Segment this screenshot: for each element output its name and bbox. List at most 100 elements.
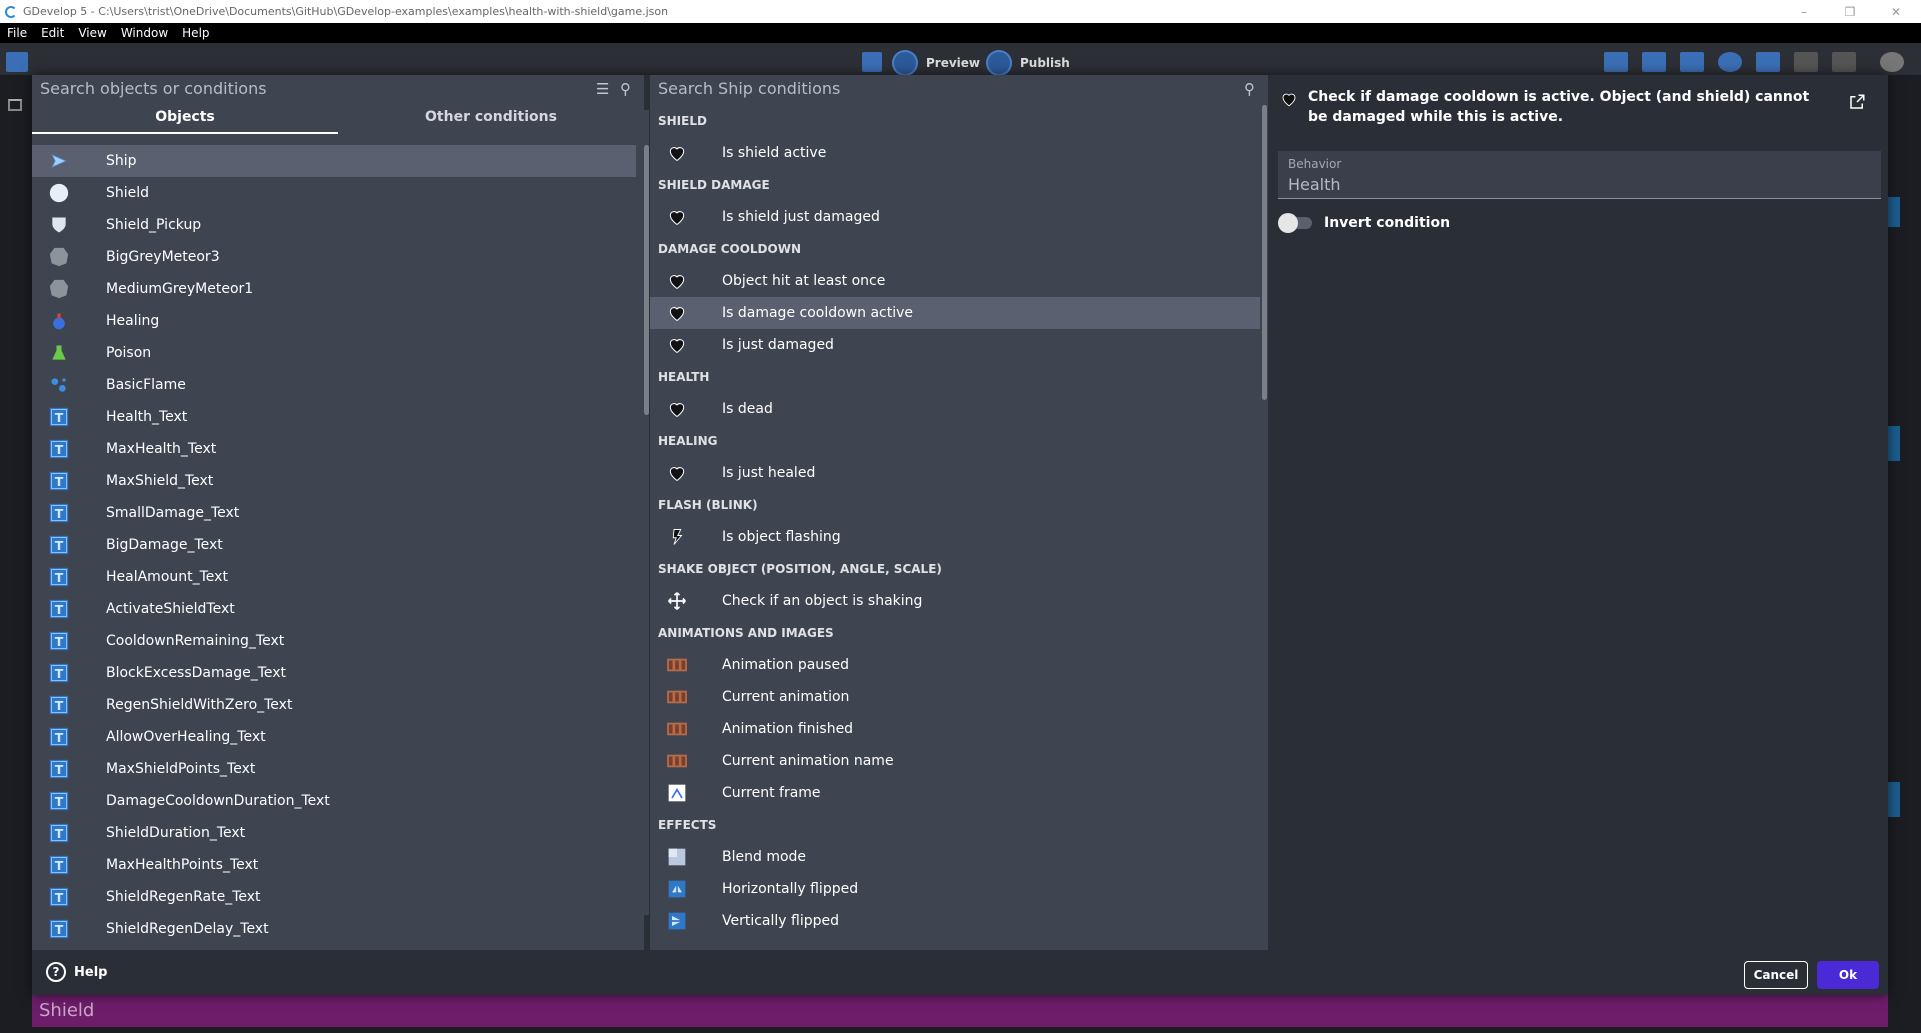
behavior-field[interactable]: Behavior Health bbox=[1278, 151, 1881, 199]
object-item-shield[interactable]: Shield bbox=[32, 177, 636, 209]
menu-view[interactable]: View bbox=[71, 26, 113, 40]
condition-item-current-frame[interactable]: Current frame bbox=[650, 777, 1260, 809]
object-item-healing[interactable]: Healing bbox=[32, 305, 636, 337]
object-search[interactable]: Search objects or conditions ☰ ⚲ bbox=[32, 75, 644, 102]
condition-item-is-just-healed[interactable]: Is just healed bbox=[650, 457, 1260, 489]
event-group-bar[interactable]: Shield bbox=[32, 995, 1888, 1027]
add-subevent-icon[interactable] bbox=[1642, 52, 1666, 72]
search-icon[interactable]: ⚲ bbox=[1244, 80, 1255, 98]
behavior-value[interactable]: Health bbox=[1288, 175, 1341, 194]
search-icon[interactable]: ⚲ bbox=[620, 80, 631, 98]
svg-text:T: T bbox=[55, 666, 64, 681]
settings-icon[interactable] bbox=[1880, 52, 1904, 72]
add-icon[interactable] bbox=[1718, 52, 1742, 72]
close-window-button[interactable]: ✕ bbox=[1873, 0, 1919, 23]
object-item-bigdamage-text[interactable]: T BigDamage_Text bbox=[32, 529, 636, 561]
help-button[interactable]: ? Help bbox=[46, 962, 107, 982]
object-search-input[interactable]: Search objects or conditions bbox=[40, 79, 267, 98]
object-item-label: BlockExcessDamage_Text bbox=[106, 665, 287, 681]
preview-button[interactable]: Preview bbox=[892, 50, 980, 76]
condition-item-object-hit-at-least-once[interactable]: Object hit at least once bbox=[650, 265, 1260, 297]
condition-item-is-just-damaged[interactable]: Is just damaged bbox=[650, 329, 1260, 361]
menu-help[interactable]: Help bbox=[175, 26, 216, 40]
maximize-button[interactable]: ❐ bbox=[1827, 0, 1873, 23]
object-item-shield-pickup[interactable]: Shield_Pickup bbox=[32, 209, 636, 241]
object-item-biggreymeteor3[interactable]: BigGreyMeteor3 bbox=[32, 241, 636, 273]
add-comment-icon[interactable] bbox=[1680, 52, 1704, 72]
conditions-scrollbar[interactable] bbox=[1262, 105, 1267, 915]
object-item-maxshield-text[interactable]: T MaxShield_Text bbox=[32, 465, 636, 497]
tab-objects[interactable]: Objects bbox=[32, 102, 338, 134]
ok-button[interactable]: Ok bbox=[1817, 961, 1879, 989]
project-manager-icon[interactable] bbox=[6, 52, 28, 72]
objects-scrollbar[interactable] bbox=[644, 110, 649, 915]
menu-window[interactable]: Window bbox=[114, 26, 175, 40]
condition-item-is-shield-active[interactable]: Is shield active bbox=[650, 137, 1260, 169]
scrollbar-thumb[interactable] bbox=[644, 145, 649, 415]
add-event-icon[interactable] bbox=[1604, 52, 1628, 72]
object-item-shieldregenrate-text[interactable]: T ShieldRegenRate_Text bbox=[32, 881, 636, 913]
svg-text:T: T bbox=[55, 826, 64, 841]
section-header-shake-object-position-angle-scale: SHAKE OBJECT (POSITION, ANGLE, SCALE) bbox=[658, 562, 942, 576]
select-icon[interactable] bbox=[1756, 52, 1780, 72]
object-item-cooldownremaining-text[interactable]: T CooldownRemaining_Text bbox=[32, 625, 636, 657]
condition-item-is-object-flashing[interactable]: Is object flashing bbox=[650, 521, 1260, 553]
condition-item-animation-finished[interactable]: Animation finished bbox=[650, 713, 1260, 745]
object-item-maxhealth-text[interactable]: T MaxHealth_Text bbox=[32, 433, 636, 465]
object-item-poison[interactable]: Poison bbox=[32, 337, 636, 369]
condition-item-vertically-flipped[interactable]: Vertically flipped bbox=[650, 905, 1260, 937]
condition-item-current-animation-name[interactable]: Current animation name bbox=[650, 745, 1260, 777]
condition-item-is-damage-cooldown-active[interactable]: Is damage cooldown active bbox=[650, 297, 1260, 329]
menu-file[interactable]: File bbox=[0, 26, 34, 40]
cancel-button[interactable]: Cancel bbox=[1744, 961, 1808, 989]
object-item-activateshieldtext[interactable]: T ActivateShieldText bbox=[32, 593, 636, 625]
condition-item-blend-mode[interactable]: Blend mode bbox=[650, 841, 1260, 873]
section-header-shield: SHIELD bbox=[658, 114, 707, 128]
text-object-icon: T bbox=[48, 630, 70, 652]
redo-icon[interactable] bbox=[1832, 52, 1856, 72]
meteor-icon bbox=[48, 246, 70, 268]
heart-icon bbox=[666, 142, 688, 164]
object-item-healamount-text[interactable]: T HealAmount_Text bbox=[32, 561, 636, 593]
object-item-ship[interactable]: Ship bbox=[32, 145, 636, 177]
text-object-icon: T bbox=[48, 790, 70, 812]
condition-item-animation-paused[interactable]: Animation paused bbox=[650, 649, 1260, 681]
tab-other-conditions[interactable]: Other conditions bbox=[338, 102, 644, 134]
object-item-shieldduration-text[interactable]: T ShieldDuration_Text bbox=[32, 817, 636, 849]
condition-item-horizontally-flipped[interactable]: Horizontally flipped bbox=[650, 873, 1260, 905]
object-item-basicflame[interactable]: BasicFlame bbox=[32, 369, 636, 401]
minimize-button[interactable]: – bbox=[1781, 0, 1827, 23]
object-item-maxshieldpoints-text[interactable]: T MaxShieldPoints_Text bbox=[32, 753, 636, 785]
object-item-maxhealthpoints-text[interactable]: T MaxHealthPoints_Text bbox=[32, 849, 636, 881]
object-item-regenshieldwithzero-text[interactable]: T RegenShieldWithZero_Text bbox=[32, 689, 636, 721]
condition-item-label: Object hit at least once bbox=[722, 273, 886, 289]
text-object-icon: T bbox=[48, 438, 70, 460]
condition-item-is-shield-just-damaged[interactable]: Is shield just damaged bbox=[650, 201, 1260, 233]
object-item-shieldregendelay-text[interactable]: T ShieldRegenDelay_Text bbox=[32, 913, 636, 945]
filter-icon[interactable]: ☰ bbox=[596, 80, 609, 98]
ship-icon bbox=[48, 150, 70, 172]
object-item-label: BigDamage_Text bbox=[106, 537, 223, 553]
object-item-allowoverhealing-text[interactable]: T AllowOverHealing_Text bbox=[32, 721, 636, 753]
condition-search[interactable]: Search Ship conditions ⚲ bbox=[650, 75, 1268, 102]
publish-button[interactable]: Publish bbox=[986, 50, 1070, 76]
home-icon[interactable] bbox=[8, 99, 22, 111]
debug-icon[interactable] bbox=[862, 52, 882, 72]
condition-item-is-dead[interactable]: Is dead bbox=[650, 393, 1260, 425]
invert-condition-toggle[interactable] bbox=[1278, 213, 1314, 233]
text-object-icon: T bbox=[48, 470, 70, 492]
object-item-blockexcessdamage-text[interactable]: T BlockExcessDamage_Text bbox=[32, 657, 636, 689]
heart-icon bbox=[666, 462, 688, 484]
condition-search-input[interactable]: Search Ship conditions bbox=[658, 79, 840, 98]
object-item-mediumgreymeteor1[interactable]: MediumGreyMeteor1 bbox=[32, 273, 636, 305]
condition-item-current-animation[interactable]: Current animation bbox=[650, 681, 1260, 713]
undo-icon[interactable] bbox=[1794, 52, 1818, 72]
object-item-smalldamage-text[interactable]: T SmallDamage_Text bbox=[32, 497, 636, 529]
open-external-icon[interactable] bbox=[1848, 93, 1866, 111]
condition-item-check-if-an-object-is-shaking[interactable]: Check if an object is shaking bbox=[650, 585, 1260, 617]
object-item-health-text[interactable]: T Health_Text bbox=[32, 401, 636, 433]
scrollbar-thumb[interactable] bbox=[1262, 105, 1267, 400]
object-item-damagecooldownduration-text[interactable]: T DamageCooldownDuration_Text bbox=[32, 785, 636, 817]
svg-text:T: T bbox=[55, 794, 64, 809]
menu-edit[interactable]: Edit bbox=[34, 26, 71, 40]
